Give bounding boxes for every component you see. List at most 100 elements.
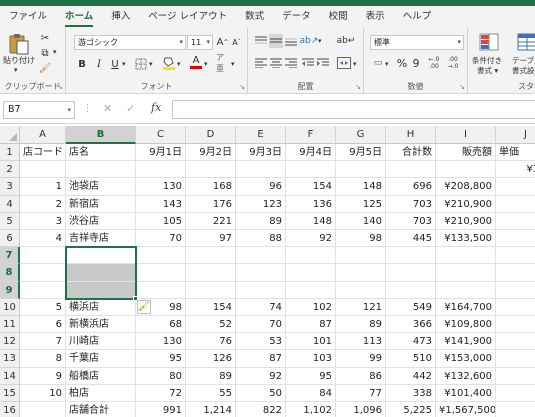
cell-e8[interactable] bbox=[236, 264, 286, 282]
cell-e3[interactable]: 96 bbox=[236, 178, 286, 196]
merge-center-icon[interactable] bbox=[336, 56, 352, 70]
fill-color-button[interactable] bbox=[162, 55, 176, 71]
cell-d15[interactable]: 55 bbox=[186, 384, 236, 402]
column-header-b[interactable]: B bbox=[66, 126, 136, 144]
tab-home[interactable]: ホーム bbox=[56, 6, 102, 28]
cell-f3[interactable]: 154 bbox=[286, 178, 336, 196]
cell-c15[interactable]: 72 bbox=[136, 384, 186, 402]
cell-h4[interactable]: 703 bbox=[386, 195, 436, 213]
cell-i15[interactable]: ¥101,400 bbox=[436, 384, 496, 402]
cell-j4[interactable] bbox=[496, 196, 535, 213]
row-header-16[interactable]: 16 bbox=[0, 402, 20, 417]
align-middle-icon[interactable] bbox=[269, 34, 283, 48]
cancel-icon[interactable]: ✕ bbox=[103, 102, 112, 115]
cell-d16[interactable]: 1,214 bbox=[186, 402, 236, 417]
cell-h16[interactable]: 5,225 bbox=[386, 402, 436, 417]
underline-dropdown-icon[interactable]: ▾ bbox=[122, 60, 126, 68]
cell-c1[interactable]: 9月1日 bbox=[136, 144, 186, 162]
enter-icon[interactable]: ✓ bbox=[126, 102, 135, 115]
cell-j10[interactable] bbox=[496, 299, 535, 316]
conditional-formatting-button[interactable] bbox=[478, 32, 500, 52]
phonetic-dropdown-icon[interactable]: ▾ bbox=[231, 60, 235, 68]
cell-a4[interactable]: 2 bbox=[20, 195, 66, 213]
number-launcher-icon[interactable]: ↘ bbox=[459, 83, 465, 91]
cell-j6[interactable] bbox=[496, 230, 535, 248]
accounting-dropdown-icon[interactable]: ▾ bbox=[385, 60, 389, 68]
merge-dropdown-icon[interactable]: ▾ bbox=[353, 60, 357, 68]
cell-a1[interactable]: 店コード bbox=[20, 144, 66, 162]
tab-page-layout[interactable]: ページ レイアウト bbox=[139, 6, 236, 28]
cell-e9[interactable] bbox=[236, 281, 286, 299]
cell-a5[interactable]: 3 bbox=[20, 212, 66, 230]
tab-data[interactable]: データ bbox=[273, 6, 320, 28]
font-color-dropdown-icon[interactable]: ▾ bbox=[204, 60, 208, 68]
cell-e10[interactable]: 74 bbox=[236, 298, 286, 316]
grow-font-button[interactable]: A ^ bbox=[216, 35, 229, 49]
cell-d2[interactable] bbox=[186, 161, 236, 179]
cell-a10[interactable]: 5 bbox=[20, 298, 66, 316]
cell-e15[interactable]: 50 bbox=[236, 384, 286, 402]
row-header-2[interactable]: 2 bbox=[0, 161, 20, 179]
column-header-j[interactable]: J bbox=[496, 126, 535, 144]
paste-label[interactable]: 貼り付け bbox=[3, 55, 35, 66]
cell-e1[interactable]: 9月3日 bbox=[236, 144, 286, 162]
formula-input[interactable] bbox=[172, 100, 535, 119]
column-header-i[interactable]: I bbox=[436, 126, 496, 144]
cell-b8[interactable] bbox=[66, 264, 136, 282]
cell-e2[interactable] bbox=[236, 161, 286, 179]
column-header-a[interactable]: A bbox=[20, 126, 66, 144]
cell-e13[interactable]: 87 bbox=[236, 350, 286, 368]
align-top-icon[interactable] bbox=[254, 34, 268, 48]
cell-e14[interactable]: 92 bbox=[236, 367, 286, 385]
cell-f5[interactable]: 148 bbox=[286, 212, 336, 230]
column-header-e[interactable]: E bbox=[236, 126, 286, 144]
format-painter-icon[interactable]: 🖌 bbox=[38, 62, 52, 74]
copy-dropdown-icon[interactable]: ▾ bbox=[53, 48, 57, 56]
cell-c16[interactable]: 991 bbox=[136, 402, 186, 417]
cell-b1[interactable]: 店名 bbox=[66, 144, 136, 162]
font-name-combo[interactable]: 游ゴシック ▾ bbox=[74, 35, 186, 50]
cell-a12[interactable]: 7 bbox=[20, 333, 66, 351]
clipboard-launcher-icon[interactable]: ↘ bbox=[57, 83, 63, 91]
cell-g1[interactable]: 9月5日 bbox=[336, 144, 386, 162]
name-box[interactable]: B7 ▾ bbox=[3, 101, 75, 119]
cell-j3[interactable] bbox=[496, 178, 535, 196]
cell-g13[interactable]: 99 bbox=[336, 350, 386, 368]
orientation-dropdown-icon[interactable]: ▾ bbox=[318, 37, 322, 45]
row-header-4[interactable]: 4 bbox=[0, 195, 20, 213]
cell-b7[interactable] bbox=[66, 247, 136, 265]
align-left-icon[interactable] bbox=[254, 56, 268, 70]
cell-b6[interactable]: 吉祥寺店 bbox=[66, 230, 136, 248]
cell-i16[interactable]: ¥1,567,500 bbox=[436, 402, 496, 417]
row-header-5[interactable]: 5 bbox=[0, 212, 20, 230]
cell-h8[interactable] bbox=[386, 264, 436, 282]
bold-button[interactable]: B bbox=[75, 57, 89, 71]
cell-b15[interactable]: 柏店 bbox=[66, 384, 136, 402]
cell-g15[interactable]: 77 bbox=[336, 384, 386, 402]
phonetic-icon[interactable]: ア亜 bbox=[216, 53, 230, 73]
insert-function-icon[interactable]: fx bbox=[151, 101, 161, 114]
cell-d6[interactable]: 97 bbox=[186, 230, 236, 248]
cell-i9[interactable] bbox=[436, 281, 496, 299]
row-header-9[interactable]: 9 bbox=[0, 281, 20, 299]
cell-a13[interactable]: 8 bbox=[20, 350, 66, 368]
cell-a16[interactable] bbox=[20, 402, 66, 417]
cell-b12[interactable]: 川崎店 bbox=[66, 333, 136, 351]
cell-e4[interactable]: 123 bbox=[236, 195, 286, 213]
cell-e11[interactable]: 70 bbox=[236, 316, 286, 334]
cell-c5[interactable]: 105 bbox=[136, 212, 186, 230]
cell-i8[interactable] bbox=[436, 264, 496, 282]
cell-b4[interactable]: 新宿店 bbox=[66, 195, 136, 213]
alignment-launcher-icon[interactable]: ↘ bbox=[355, 83, 361, 91]
conditional-formatting-label-2[interactable]: 書式 ▾ bbox=[477, 65, 498, 76]
cell-b11[interactable]: 新横浜店 bbox=[66, 316, 136, 334]
cell-j7[interactable] bbox=[496, 247, 535, 265]
cell-i3[interactable]: ¥208,800 bbox=[436, 178, 496, 196]
column-header-f[interactable]: F bbox=[286, 126, 336, 144]
cell-a3[interactable]: 1 bbox=[20, 178, 66, 196]
cell-i13[interactable]: ¥153,000 bbox=[436, 350, 496, 368]
cell-g8[interactable] bbox=[336, 264, 386, 282]
cell-b9[interactable] bbox=[66, 281, 136, 299]
row-header-12[interactable]: 12 bbox=[0, 333, 20, 351]
row-header-11[interactable]: 11 bbox=[0, 316, 20, 334]
